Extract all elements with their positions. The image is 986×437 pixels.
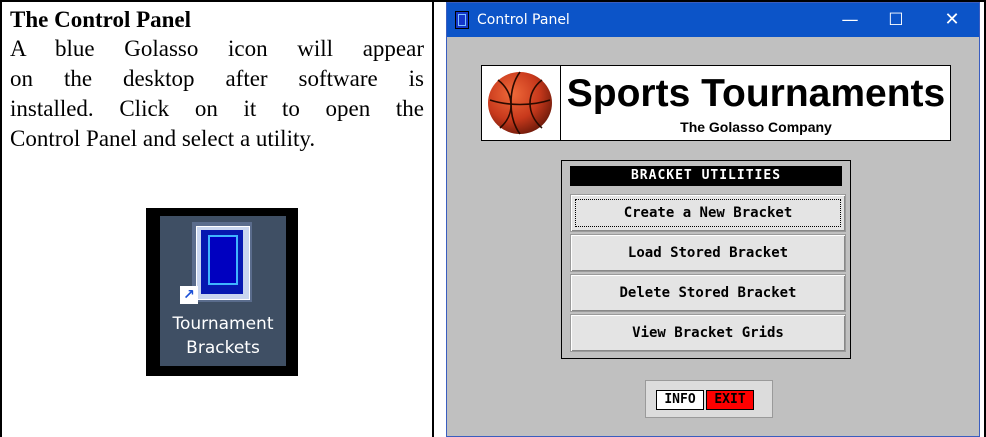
panel-header: BRACKET UTILITIES	[570, 166, 842, 186]
window-title: Control Panel	[477, 12, 570, 28]
info-button[interactable]: INFO	[656, 390, 704, 410]
close-button[interactable]: ✕	[929, 3, 975, 37]
view-grids-button[interactable]: View Bracket Grids	[570, 314, 846, 352]
info-exit-group: INFO EXIT	[645, 380, 773, 418]
label-line: Tournament	[172, 314, 274, 334]
paragraph-line: on the desktop after software is	[10, 66, 424, 91]
minimize-button[interactable]: —	[827, 3, 873, 37]
table-column-divider	[432, 0, 434, 437]
bracket-utilities-panel: BRACKET UTILITIES Create a New Bracket L…	[561, 160, 851, 359]
banner-divider	[560, 66, 561, 140]
table-border-left	[0, 0, 2, 437]
maximize-button[interactable]: ☐	[873, 3, 919, 37]
create-bracket-button[interactable]: Create a New Bracket	[570, 194, 846, 232]
paragraph-line: Control Panel and select a utility.	[10, 126, 316, 151]
sports-tournaments-banner: Sports Tournaments The Golasso Company	[481, 65, 951, 141]
instructions-paragraph: A blue Golasso icon will appear on the d…	[10, 34, 424, 154]
shortcut-arrow-icon: ↗	[180, 286, 198, 304]
section-heading: The Control Panel	[10, 7, 192, 32]
control-panel-window: Control Panel — ☐ ✕ Sports Tournaments T…	[446, 2, 980, 437]
desktop-shortcut[interactable]: ↗ Tournament Brackets	[146, 208, 298, 376]
exit-button[interactable]: EXIT	[706, 390, 754, 410]
window-titlebar[interactable]: Control Panel — ☐ ✕	[447, 3, 979, 37]
load-bracket-button[interactable]: Load Stored Bracket	[570, 234, 846, 272]
desktop-shortcut-label: Tournament Brackets	[160, 312, 286, 360]
banner-title: Sports Tournaments	[566, 72, 946, 115]
app-icon-inner	[208, 235, 238, 285]
label-line: Brackets	[186, 338, 260, 358]
paragraph-line: installed. Click on it to open the	[10, 96, 424, 121]
banner-subtitle: The Golasso Company	[680, 119, 832, 135]
delete-bracket-button[interactable]: Delete Stored Bracket	[570, 274, 846, 312]
basketball-icon	[488, 71, 552, 135]
app-window-icon	[455, 11, 469, 29]
instructions-cell: The Control Panel A blue Golasso icon wi…	[10, 6, 424, 154]
paragraph-line: A blue Golasso icon will appear	[10, 36, 424, 61]
